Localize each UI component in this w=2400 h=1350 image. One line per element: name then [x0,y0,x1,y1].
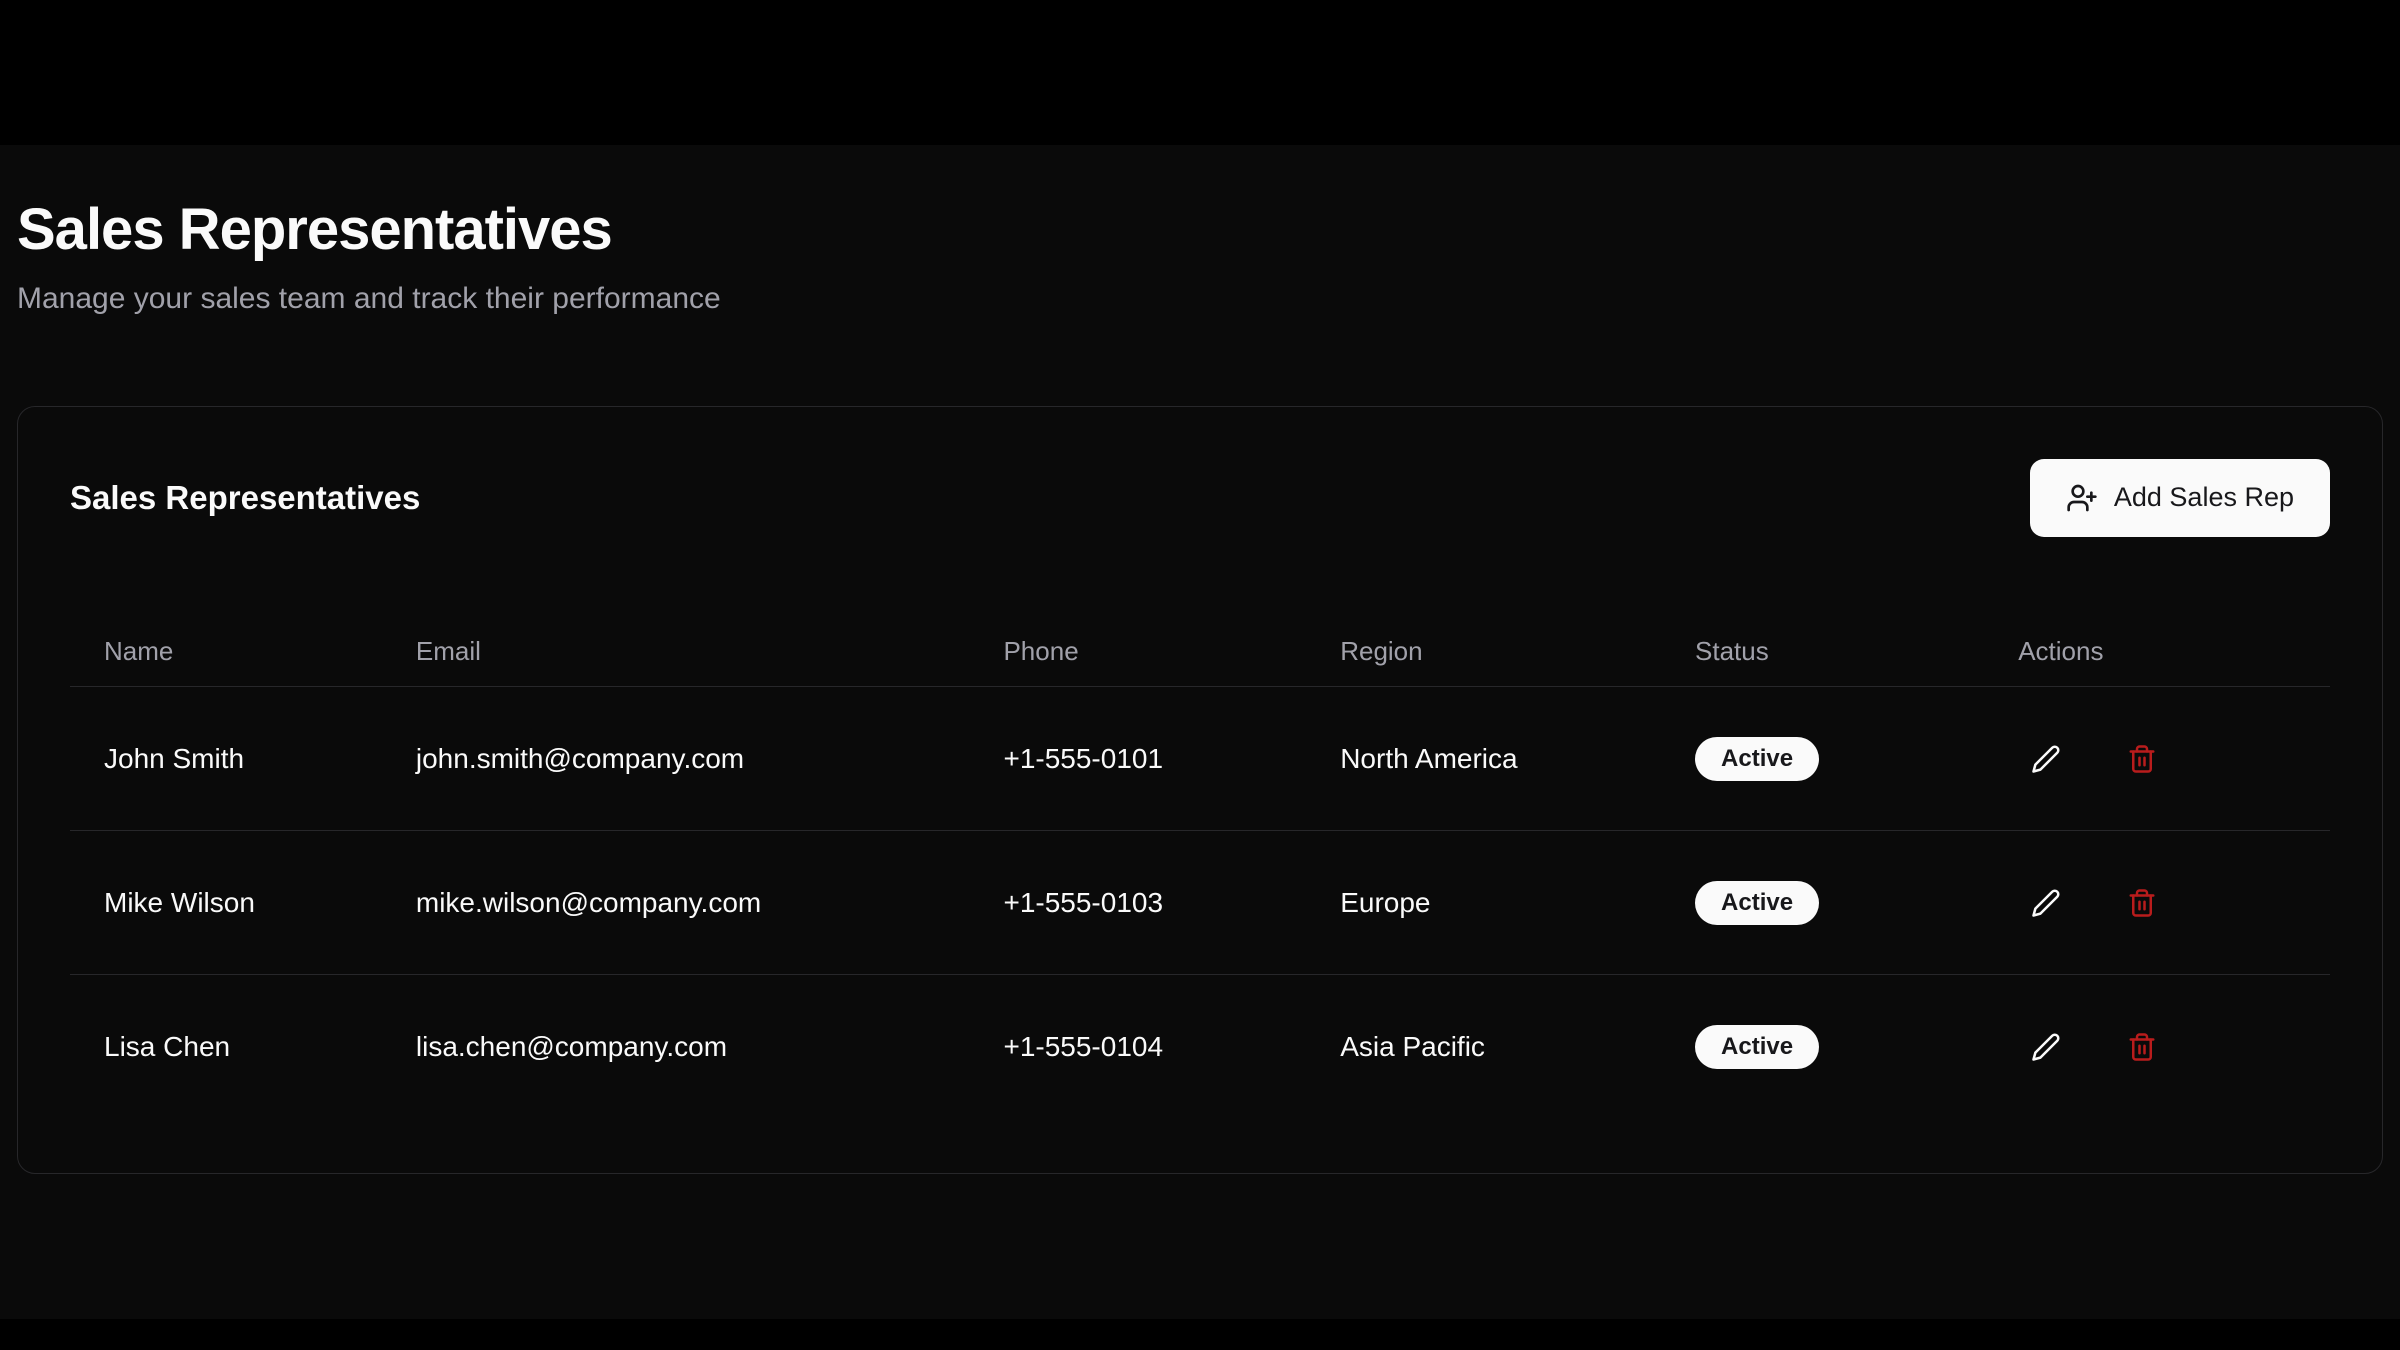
page-title: Sales Representatives [17,195,2383,265]
row-actions [2018,875,2296,931]
rep-name: John Smith [70,687,382,831]
rep-phone: +1-555-0104 [969,975,1306,1119]
edit-button[interactable] [2018,731,2074,787]
rep-email: mike.wilson@company.com [382,831,970,975]
pencil-icon [2031,744,2061,774]
column-header-status: Status [1661,617,1984,687]
card-title: Sales Representatives [70,479,420,517]
delete-button[interactable] [2114,1019,2170,1075]
page-subtitle: Manage your sales team and track their p… [17,279,2383,318]
rep-email: lisa.chen@company.com [382,975,970,1119]
rep-region: Asia Pacific [1306,975,1661,1119]
status-badge: Active [1695,737,1819,781]
add-sales-rep-button-label: Add Sales Rep [2114,482,2294,513]
top-chrome-strip [0,0,2400,145]
table-row: Lisa Chen lisa.chen@company.com +1-555-0… [70,975,2330,1119]
column-header-name: Name [70,617,382,687]
row-actions [2018,731,2296,787]
trash-icon [2127,1032,2157,1062]
table-header-row: Name Email Phone Region Status Actions [70,617,2330,687]
column-header-region: Region [1306,617,1661,687]
rep-phone: +1-555-0101 [969,687,1306,831]
rep-email: john.smith@company.com [382,687,970,831]
sales-reps-page: Sales Representatives Manage your sales … [0,145,2400,1174]
pencil-icon [2031,1032,2061,1062]
rep-phone: +1-555-0103 [969,831,1306,975]
rep-region: Europe [1306,831,1661,975]
pencil-icon [2031,888,2061,918]
add-sales-rep-button[interactable]: Add Sales Rep [2030,459,2330,537]
sales-reps-table: Name Email Phone Region Status Actions J… [70,617,2330,1119]
delete-button[interactable] [2114,731,2170,787]
status-badge: Active [1695,1025,1819,1069]
trash-icon [2127,744,2157,774]
edit-button[interactable] [2018,875,2074,931]
column-header-email: Email [382,617,970,687]
status-badge: Active [1695,881,1819,925]
user-plus-icon [2066,482,2098,514]
row-actions [2018,1019,2296,1075]
column-header-actions: Actions [1984,617,2330,687]
rep-region: North America [1306,687,1661,831]
sales-reps-card: Sales Representatives Add Sales Rep [17,406,2383,1174]
card-header: Sales Representatives Add Sales Rep [70,459,2330,537]
delete-button[interactable] [2114,875,2170,931]
trash-icon [2127,888,2157,918]
rep-name: Mike Wilson [70,831,382,975]
column-header-phone: Phone [969,617,1306,687]
bottom-chrome-strip [0,1319,2400,1350]
table-row: Mike Wilson mike.wilson@company.com +1-5… [70,831,2330,975]
edit-button[interactable] [2018,1019,2074,1075]
rep-name: Lisa Chen [70,975,382,1119]
table-row: John Smith john.smith@company.com +1-555… [70,687,2330,831]
